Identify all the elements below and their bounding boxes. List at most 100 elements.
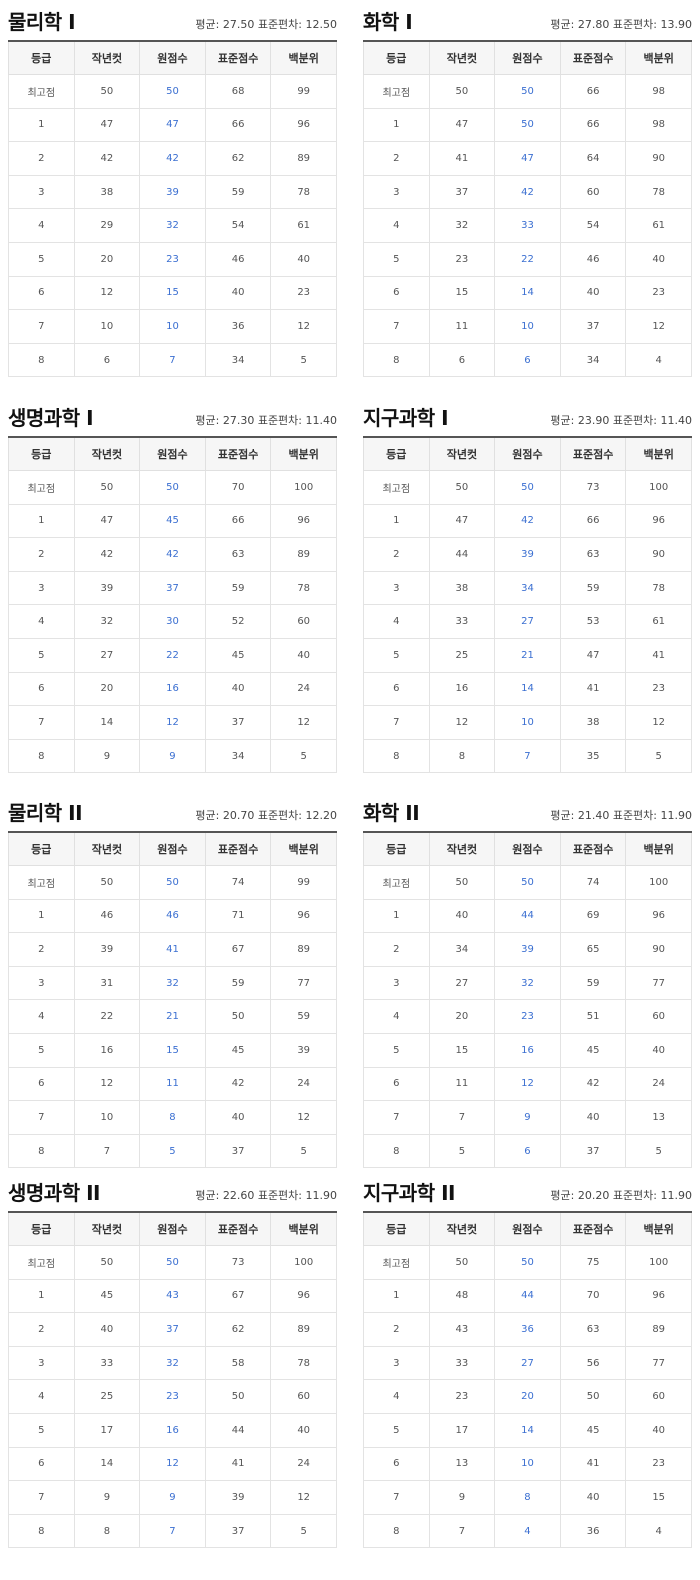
table-cell: 90: [625, 932, 692, 967]
table-cell: 32: [139, 1345, 206, 1381]
table-cell: 5: [139, 1133, 206, 1169]
table-cell: 77: [270, 965, 337, 1001]
column-header: 작년컷: [73, 437, 141, 471]
table-cell: 50: [494, 470, 561, 505]
table-cell: 40: [559, 1480, 627, 1515]
table-cell: 32: [73, 604, 141, 639]
column-header: 백분위: [270, 437, 337, 471]
table-cell: 70: [559, 1278, 627, 1314]
table-cell: 39: [139, 174, 206, 210]
table-cell: 4: [8, 208, 75, 243]
table-cell: 15: [139, 275, 206, 311]
table-cell: 34: [428, 932, 496, 967]
table-cell: 42: [139, 537, 206, 572]
table-cell: 13: [625, 1100, 692, 1135]
table-cell: 89: [270, 932, 337, 967]
column-header: 작년컷: [73, 832, 141, 866]
panel-stats: 평균: 27.50 표준편차: 12.50: [195, 18, 337, 31]
table-cell: 45: [73, 1278, 141, 1314]
table-cell: 5: [363, 637, 430, 673]
table-cell: 89: [270, 537, 337, 572]
table-row: 5 16 15 45 39: [8, 1032, 337, 1068]
table-cell: 37: [204, 705, 272, 740]
panel-physics-1: 물리학 I 평균: 27.50 표준편차: 12.50 등급 작년컷 원점수 표준점수 백분…: [8, 4, 337, 378]
column-header: 등급: [8, 437, 75, 471]
table-cell: 36: [559, 1513, 627, 1549]
table-cell: 17: [428, 1412, 496, 1448]
table-cell: 100: [270, 1245, 337, 1280]
table-row: 3 27 32 59 77: [363, 965, 692, 1001]
table-cell: 최고점: [8, 1245, 75, 1280]
table-cell: 12: [270, 705, 337, 740]
table-cell: 23: [139, 1379, 206, 1414]
table-cell: 50: [73, 470, 141, 505]
table-cell: 37: [559, 1133, 627, 1169]
table-cell: 11: [428, 309, 496, 344]
table-cell: 16: [139, 1412, 206, 1448]
table-cell: 1: [363, 107, 430, 143]
table-row: 8 6 6 34 4: [363, 342, 692, 378]
table-row: 최고점 50 50 73 100: [363, 470, 692, 505]
table-cell: 59: [204, 965, 272, 1001]
table-cell: 59: [559, 570, 627, 606]
table-cell: 61: [625, 208, 692, 243]
column-header: 원점수: [139, 1212, 206, 1246]
table-cell: 4: [8, 999, 75, 1034]
table-cell: 8: [363, 738, 430, 774]
panel-biology-2: 생명과학 II 평균: 22.60 표준편차: 11.90 등급 작년컷 원점수 표준점수…: [8, 1175, 337, 1549]
table-cell: 60: [270, 604, 337, 639]
column-header: 백분위: [270, 41, 337, 75]
table-cell: 50: [73, 74, 141, 109]
table-cell: 10: [494, 1446, 561, 1482]
panel-title: 지구과학 II: [363, 1181, 455, 1205]
table-row: 6 12 11 42 24: [8, 1066, 337, 1102]
table-row: 3 31 32 59 77: [8, 965, 337, 1001]
table-cell: 100: [625, 865, 692, 900]
table-cell: 73: [204, 1245, 272, 1280]
column-header: 등급: [363, 437, 430, 471]
table-row: 2 44 39 63 90: [363, 537, 692, 572]
table-cell: 23: [139, 241, 206, 277]
table-cell: 50: [428, 865, 496, 900]
table-header-row: 등급 작년컷 원점수 표준점수 백분위: [363, 41, 692, 75]
table-cell: 32: [139, 965, 206, 1001]
column-header: 백분위: [625, 437, 692, 471]
table-cell: 9: [139, 738, 206, 774]
column-header: 표준점수: [204, 1212, 272, 1246]
table-cell: 31: [73, 965, 141, 1001]
table-cell: 25: [73, 1379, 141, 1414]
table-row: 5 20 23 46 40: [8, 241, 337, 277]
table-cell: 14: [73, 1446, 141, 1482]
table-cell: 12: [625, 705, 692, 740]
table-cell: 50: [428, 470, 496, 505]
table-cell: 23: [494, 999, 561, 1034]
table-cell: 42: [559, 1066, 627, 1102]
panel-header: 물리학 II 평균: 20.70 표준편차: 12.20: [8, 795, 337, 831]
column-header: 작년컷: [428, 832, 496, 866]
table-row: 1 48 44 70 96: [363, 1278, 692, 1314]
table-cell: 71: [204, 898, 272, 934]
table-cell: 37: [204, 1133, 272, 1169]
table-cell: 14: [494, 671, 561, 707]
table-cell: 12: [270, 1480, 337, 1515]
table-cell: 3: [363, 570, 430, 606]
table-cell: 50: [139, 470, 206, 505]
column-header: 작년컷: [428, 437, 496, 471]
table-cell: 23: [625, 1446, 692, 1482]
table-cell: 14: [494, 1412, 561, 1448]
table-cell: 66: [559, 74, 627, 109]
table-cell: 4: [625, 342, 692, 378]
table-cell: 21: [494, 637, 561, 673]
table-cell: 41: [559, 671, 627, 707]
table-cell: 67: [204, 932, 272, 967]
column-header: 원점수: [494, 41, 561, 75]
table-cell: 78: [625, 174, 692, 210]
table-cell: 42: [494, 503, 561, 539]
table-row: 3 39 37 59 78: [8, 570, 337, 606]
table-row: 6 15 14 40 23: [363, 275, 692, 311]
table-cell: 34: [204, 342, 272, 378]
table-cell: 40: [270, 1412, 337, 1448]
table-cell: 32: [139, 208, 206, 243]
table-cell: 74: [559, 865, 627, 900]
column-header: 등급: [8, 1212, 75, 1246]
